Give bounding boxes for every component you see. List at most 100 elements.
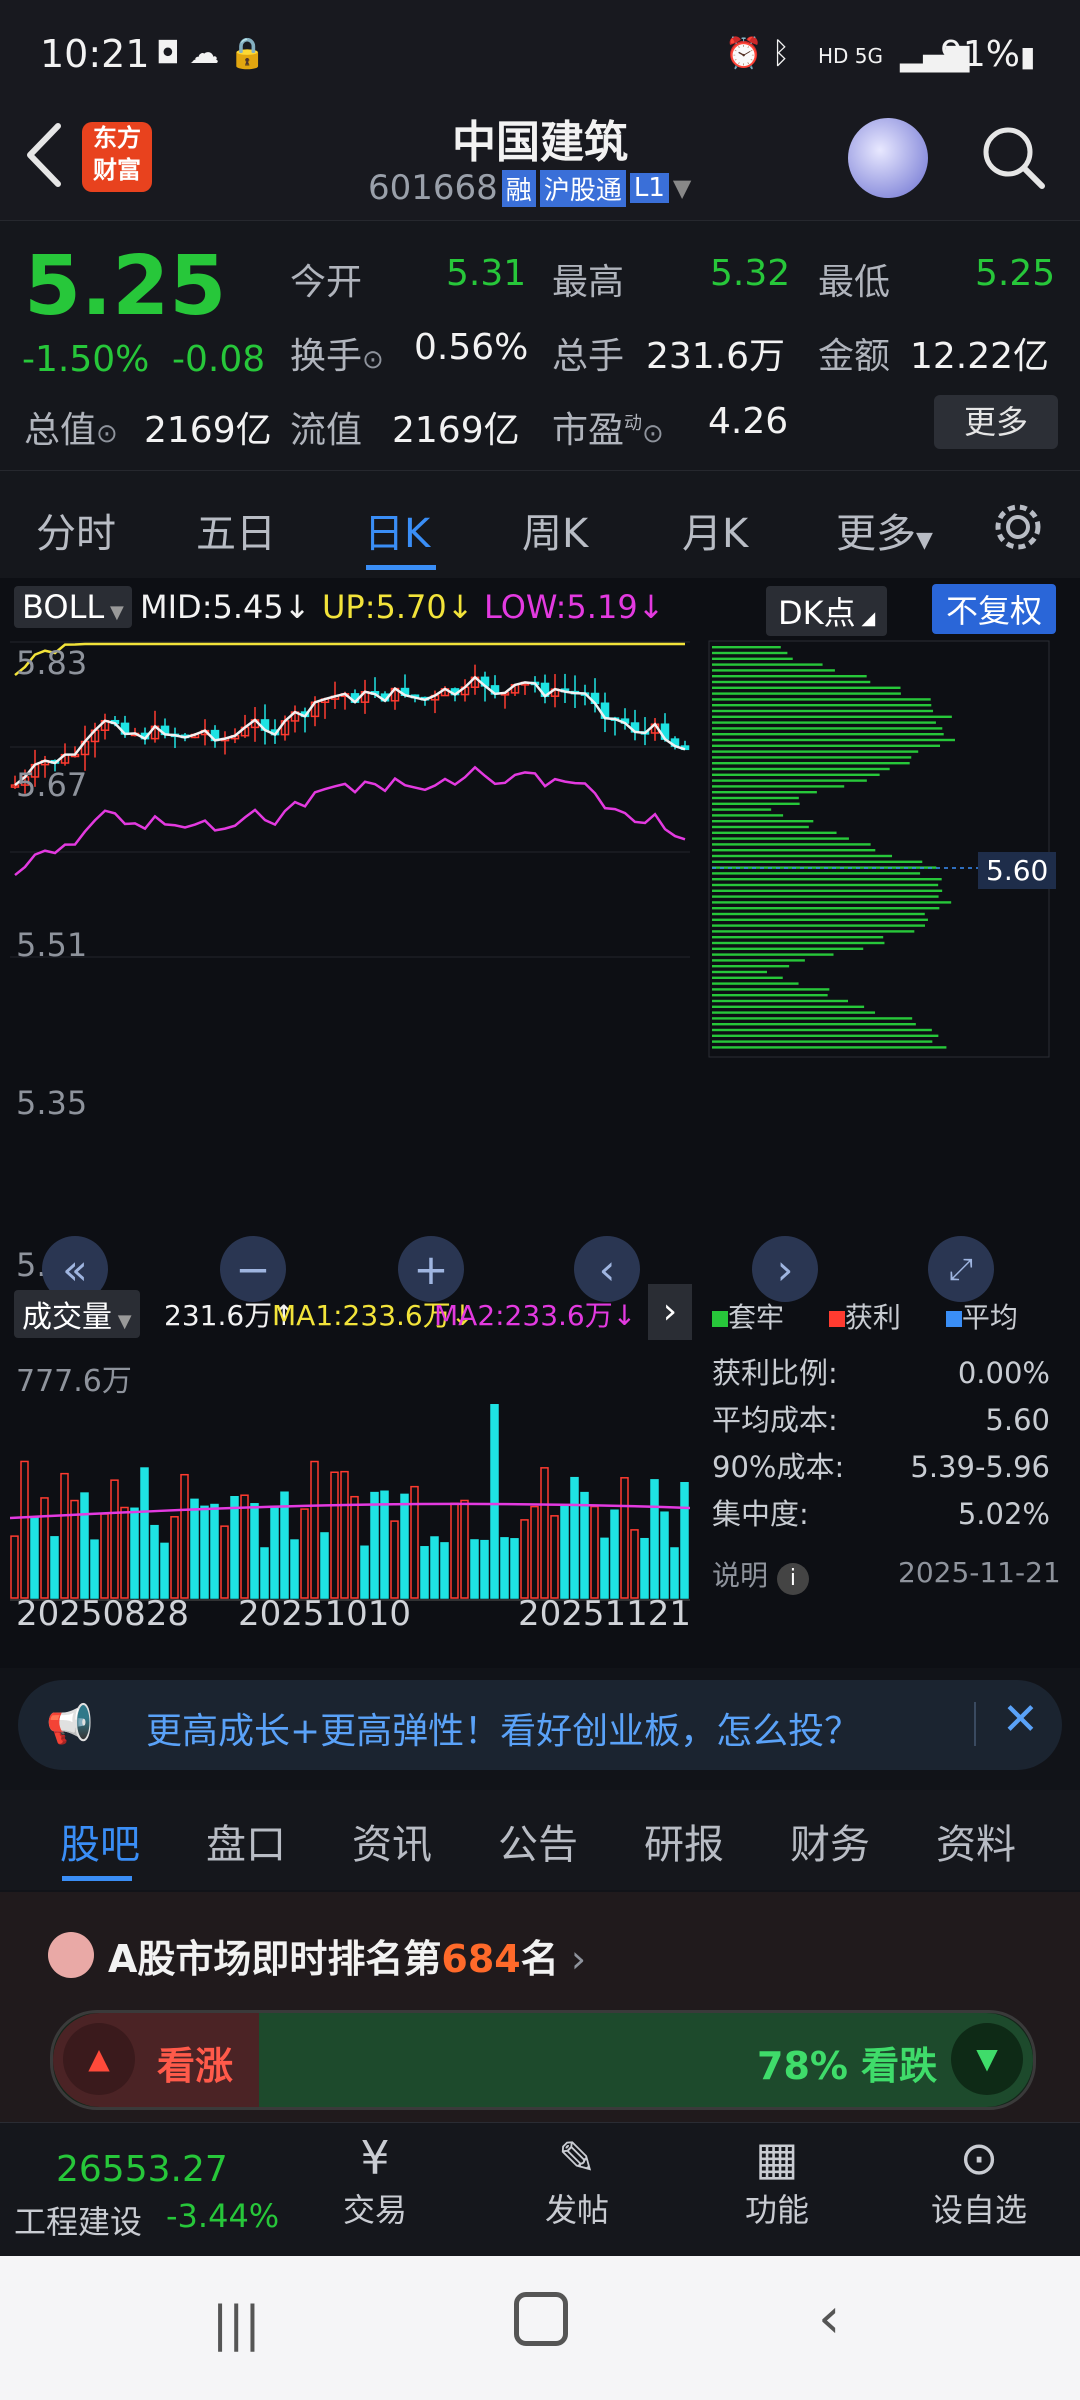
vote-down-button[interactable]: ▼ <box>951 2023 1023 2095</box>
tab-five-day[interactable]: 五日 <box>196 501 276 559</box>
banner-divider <box>974 1702 976 1746</box>
high-value: 5.32 <box>710 253 791 294</box>
tab-weekly-k[interactable]: 周K <box>522 501 588 559</box>
stock-code-row[interactable]: 601668 融 沪股通 L1 ▼ <box>368 168 691 208</box>
tab-orderbook[interactable]: 盘口 <box>206 1812 286 1870</box>
chip-bar <box>712 953 834 956</box>
volume-next-button[interactable]: › <box>648 1284 692 1340</box>
boll-upper-line <box>14 642 685 677</box>
volume-bar <box>390 1520 399 1599</box>
chip-bar <box>712 837 849 840</box>
recent-apps-icon[interactable]: ||| <box>212 2296 261 2352</box>
tab-news[interactable]: 资讯 <box>352 1812 432 1870</box>
chip-note-link[interactable]: 说明 i <box>712 1554 809 1595</box>
volume-bar <box>100 1513 109 1599</box>
chip-next-button[interactable]: › <box>752 1236 818 1302</box>
dk-point-select[interactable]: DK点 ◢ <box>766 586 888 636</box>
chip-bar <box>712 1040 933 1043</box>
volume-bar <box>30 1517 39 1599</box>
chip-avg-cost-label: 5.60 <box>978 852 1057 889</box>
close-icon[interactable]: ✕ <box>1002 1694 1039 1745</box>
volume-bar <box>440 1542 449 1599</box>
rank-text[interactable]: A股市场即时排名第684名 › <box>108 1928 586 1983</box>
chip-row-concentration: 集中度: 5.02% <box>712 1497 1050 1531</box>
nav-functions[interactable]: ▦ 功能 <box>702 2131 852 2231</box>
volume-bar <box>580 1491 589 1599</box>
grid-icon: ▦ <box>755 2131 799 2185</box>
tab-more[interactable]: 更多▼ <box>836 501 933 559</box>
chip-bar <box>712 988 830 991</box>
chip-bar <box>712 959 805 962</box>
chip-row-avg-cost: 平均成本: 5.60 <box>712 1403 1050 1437</box>
volume-indicator-select[interactable]: 成交量 ▼ <box>14 1290 140 1338</box>
chip-stats: 获利比例: 0.00% 平均成本: 5.60 90%成本: 5.39-5.96 集中度… <box>712 1350 1050 1538</box>
home-icon[interactable] <box>514 2292 568 2346</box>
promo-banner[interactable]: 📢 更高成长+更高弹性！看好创业板，怎么投？ ✕ <box>18 1680 1062 1770</box>
robot-assistant-icon[interactable] <box>848 118 928 198</box>
vote-up-label[interactable]: 看涨 <box>157 2035 233 2090</box>
boll-mid-line <box>14 675 686 787</box>
tab-profile[interactable]: 资料 <box>936 1812 1016 1870</box>
back-nav-icon[interactable]: ‹ <box>818 2286 840 2351</box>
volume-bar <box>160 1542 169 1599</box>
volume-bar <box>200 1505 209 1599</box>
volume-bar <box>460 1499 469 1599</box>
mcap-value: 2169亿 <box>144 410 272 451</box>
status-time: 10:21 <box>40 32 150 76</box>
volume-bar <box>650 1479 659 1599</box>
chip-bar <box>712 878 942 881</box>
chip-bar <box>712 1046 947 1049</box>
tab-financials[interactable]: 财务 <box>790 1812 870 1870</box>
scroll-left-button[interactable]: ‹ <box>574 1236 640 1302</box>
date-label-2: 20251010 <box>238 1594 412 1634</box>
chip-bar <box>712 692 901 695</box>
volume-bar <box>50 1536 59 1599</box>
index-change: -3.44% <box>166 2197 280 2235</box>
nav-add-watchlist[interactable]: ⊙ 设自选 <box>904 2131 1054 2231</box>
expand-icon[interactable]: ⤢ <box>928 1236 994 1302</box>
pe-value: 4.26 <box>708 401 789 442</box>
content-tabs: 股吧 盘口 资讯 公告 研报 财务 资料 <box>0 1790 1080 1890</box>
vote-up-button[interactable]: ▲ <box>63 2023 135 2095</box>
indicator-select[interactable]: BOLL ▼ <box>14 586 132 628</box>
y-tick-1: 5.83 <box>16 644 88 682</box>
nav-trade[interactable]: ¥ 交易 <box>300 2131 450 2231</box>
legend-trapped: 套牢 <box>728 1301 785 1334</box>
tab-forum[interactable]: 股吧 <box>60 1812 140 1870</box>
tab-intraday[interactable]: 分时 <box>36 501 116 559</box>
tab-research[interactable]: 研报 <box>644 1812 724 1870</box>
chip-bar <box>712 796 799 800</box>
chip-bar <box>712 704 932 707</box>
tab-monthly-k[interactable]: 月K <box>682 501 748 559</box>
adjust-select[interactable]: 不复权 <box>932 584 1057 634</box>
y-tick-2: 5.67 <box>16 766 88 804</box>
volume-bar <box>500 1537 509 1599</box>
search-icon[interactable] <box>978 122 1048 192</box>
chip-bar <box>712 918 928 921</box>
volume-bar <box>270 1505 279 1599</box>
volume-bar <box>400 1493 409 1599</box>
chip-distribution-chart <box>708 640 1050 1058</box>
index-name[interactable]: 工程建设 <box>14 2197 142 2243</box>
legend-swatch-trapped <box>712 1311 728 1327</box>
nav-post[interactable]: ✎ 发帖 <box>502 2131 652 2231</box>
chip-bar <box>712 709 934 713</box>
active-tab-underline <box>366 565 436 570</box>
more-button[interactable]: 更多 <box>934 395 1058 449</box>
chip-bar <box>712 808 772 811</box>
volume-bar <box>430 1536 439 1599</box>
vote-down-label[interactable]: 78% 看跌 <box>757 2035 937 2090</box>
volume-bar <box>80 1492 89 1599</box>
zoom-out-button[interactable]: − <box>220 1236 286 1302</box>
zoom-in-button[interactable]: + <box>398 1236 464 1302</box>
candlestick-chart[interactable] <box>10 640 690 1060</box>
chip-bar <box>712 657 793 660</box>
index-value[interactable]: 26553.27 <box>56 2149 228 2190</box>
tab-daily-k[interactable]: 日K <box>364 501 430 559</box>
chip-bar <box>712 999 849 1003</box>
chip-bar <box>712 1017 913 1020</box>
settings-gear-icon[interactable] <box>990 499 1046 555</box>
volume-bar <box>680 1482 689 1599</box>
volume-bar <box>380 1490 389 1599</box>
tab-announcements[interactable]: 公告 <box>498 1812 578 1870</box>
